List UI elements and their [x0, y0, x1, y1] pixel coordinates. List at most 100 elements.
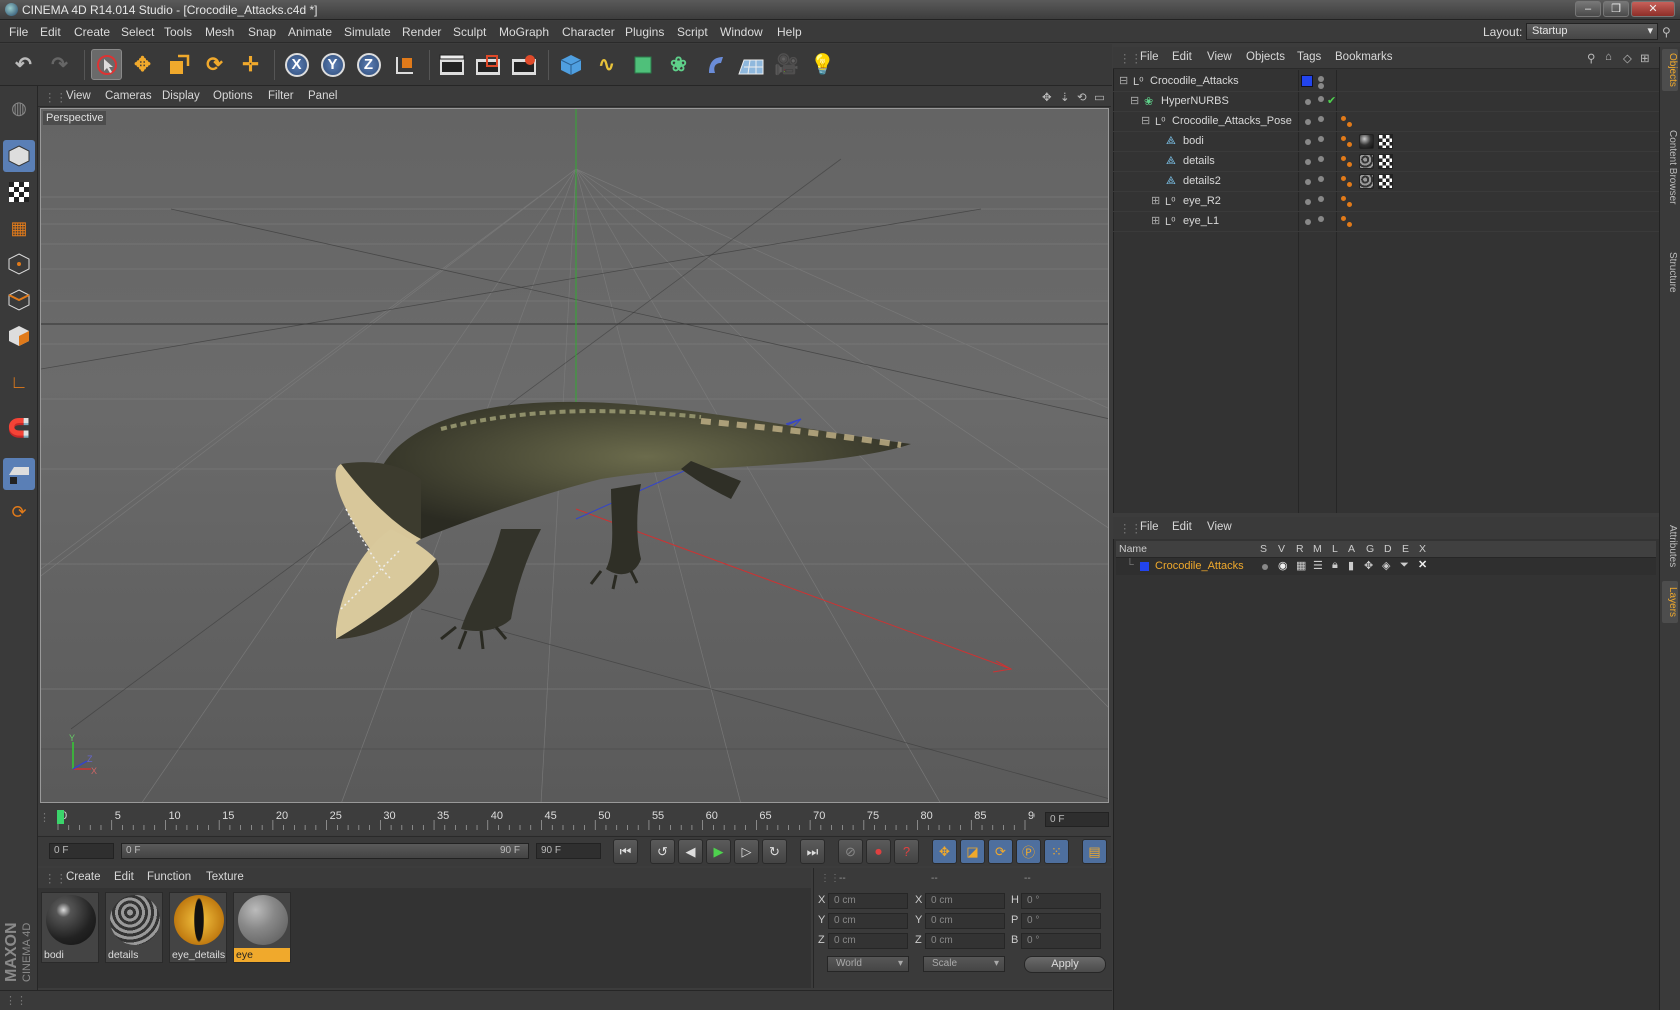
render-visibility-dot[interactable]: [1318, 216, 1324, 222]
mat-menu-function[interactable]: Function: [147, 871, 191, 883]
render-settings-icon[interactable]: [508, 49, 539, 80]
camera-icon[interactable]: 🎥: [771, 49, 802, 80]
texture-tag[interactable]: [1378, 154, 1393, 169]
start-frame-field[interactable]: 0 F: [49, 843, 114, 859]
key-scale-icon[interactable]: ◪: [960, 839, 985, 864]
solo-toggle[interactable]: [1262, 564, 1268, 570]
locked-workplane-icon[interactable]: [3, 458, 35, 490]
animation-icon[interactable]: ▮: [1348, 559, 1354, 572]
vp-menu-panel[interactable]: Panel: [308, 90, 337, 102]
menu-character[interactable]: Character: [562, 25, 615, 39]
pos-z-field[interactable]: 0 cm: [828, 933, 908, 949]
enabled-check-icon[interactable]: ✔: [1327, 94, 1336, 107]
layer-menu-edit[interactable]: Edit: [1172, 521, 1192, 533]
rot-p-field[interactable]: 0 °: [1021, 913, 1101, 929]
layer-row[interactable]: └ Crocodile_Attacks ◉ ▦ ☰ 🔒︎ ▮ ✥ ◈ ⏷ ✕: [1116, 558, 1656, 575]
render-visibility-dot[interactable]: [1318, 83, 1324, 89]
render-view-icon[interactable]: [436, 49, 467, 80]
menu-animate[interactable]: Animate: [288, 25, 332, 39]
cube-icon[interactable]: [555, 49, 586, 80]
next-frame-icon[interactable]: ▷: [734, 839, 759, 864]
zoom-view-icon[interactable]: ⇣: [1060, 90, 1070, 104]
redo-icon[interactable]: ↷: [44, 49, 75, 80]
pos-x-field[interactable]: 0 cm: [828, 893, 908, 909]
col-expressions[interactable]: E: [1402, 543, 1409, 555]
tab-attributes[interactable]: Attributes: [1662, 517, 1678, 575]
navigate-icon[interactable]: ◇: [1623, 51, 1632, 65]
floor-icon[interactable]: [735, 49, 766, 80]
playhead[interactable]: [57, 810, 64, 824]
editor-visibility-dot[interactable]: [1305, 139, 1311, 145]
home-icon[interactable]: ⌂: [1605, 51, 1612, 63]
material-swatch[interactable]: details: [105, 892, 163, 963]
frame-range-slider[interactable]: 0 F 90 F: [121, 843, 529, 859]
render-region-icon[interactable]: [472, 49, 503, 80]
obj-menu-objects[interactable]: Objects: [1246, 51, 1285, 63]
coord-mode-dropdown[interactable]: World ▾: [827, 956, 909, 972]
vp-menu-cameras[interactable]: Cameras: [105, 90, 152, 102]
menu-window[interactable]: Window: [720, 25, 763, 39]
key-position-icon[interactable]: ✥: [932, 839, 957, 864]
tab-content-browser[interactable]: Content Browser: [1662, 97, 1678, 237]
autokey-icon[interactable]: ⏺: [866, 839, 891, 864]
undo-icon[interactable]: ↶: [8, 49, 39, 80]
model-mode-icon[interactable]: [3, 140, 35, 172]
size-x-field[interactable]: 0 cm: [925, 893, 1005, 909]
menu-mesh[interactable]: Mesh: [205, 25, 234, 39]
end-frame-field[interactable]: 90 F: [536, 843, 601, 859]
tab-layers[interactable]: Layers: [1662, 581, 1678, 623]
menu-tools[interactable]: Tools: [164, 25, 192, 39]
goto-end-icon[interactable]: ⏭: [800, 839, 825, 864]
vp-menu-filter[interactable]: Filter: [268, 90, 294, 102]
menu-mograph[interactable]: MoGraph: [499, 25, 549, 39]
obj-menu-view[interactable]: View: [1207, 51, 1232, 63]
object-row[interactable]: ⊟ L⁰ Crocodile_Attacks_Pose: [1113, 112, 1659, 132]
obj-menu-tags[interactable]: Tags: [1297, 51, 1321, 63]
collapse-icon[interactable]: ⊟: [1130, 94, 1139, 107]
add-icon[interactable]: ✛: [235, 49, 266, 80]
rot-h-field[interactable]: 0 °: [1021, 893, 1101, 909]
timeline-window-icon[interactable]: ▤: [1082, 839, 1107, 864]
y-axis-lock-icon[interactable]: Y: [317, 49, 348, 80]
apply-button[interactable]: Apply: [1024, 956, 1106, 973]
goto-start-icon[interactable]: ⏮: [613, 839, 638, 864]
col-name[interactable]: Name: [1119, 543, 1147, 555]
xref-icon[interactable]: ✕: [1418, 558, 1427, 571]
mat-menu-texture[interactable]: Texture: [206, 871, 244, 883]
render-visibility-dot[interactable]: [1318, 116, 1324, 122]
rotate-view-icon[interactable]: ⟲: [1077, 90, 1087, 104]
render-visibility-dot[interactable]: [1318, 96, 1324, 102]
scale-icon[interactable]: [163, 49, 194, 80]
move-view-icon[interactable]: ✥: [1042, 90, 1052, 104]
planar-workplane-icon[interactable]: ⟳: [3, 496, 35, 528]
col-solo[interactable]: S: [1260, 543, 1267, 555]
next-key-icon[interactable]: ↻: [762, 839, 787, 864]
manager-icon[interactable]: ☰: [1313, 559, 1323, 572]
perspective-viewport[interactable]: Y X Z Perspective: [40, 108, 1109, 803]
z-axis-lock-icon[interactable]: Z: [353, 49, 384, 80]
spline-icon[interactable]: ∿: [591, 49, 622, 80]
render-icon[interactable]: ▦: [1296, 559, 1306, 572]
object-row[interactable]: ⟁ details: [1113, 152, 1659, 172]
new-window-icon[interactable]: ⊞: [1640, 51, 1650, 65]
menu-help[interactable]: Help: [777, 25, 802, 39]
material-swatch[interactable]: eye: [233, 892, 291, 963]
close-button[interactable]: ✕: [1631, 1, 1675, 17]
crocodile-model[interactable]: [335, 401, 911, 650]
mat-menu-create[interactable]: Create: [66, 871, 101, 883]
object-row[interactable]: ⊟ ❀ HyperNURBS ✔: [1113, 92, 1659, 112]
editor-visibility-dot[interactable]: [1305, 219, 1311, 225]
obj-menu-file[interactable]: File: [1140, 51, 1159, 63]
editor-visibility-dot[interactable]: [1305, 159, 1311, 165]
editor-visibility-dot[interactable]: [1305, 179, 1311, 185]
light-icon[interactable]: 💡: [807, 49, 838, 80]
material-tag[interactable]: [1359, 134, 1374, 149]
render-visibility-dot[interactable]: [1318, 196, 1324, 202]
render-visibility-dot[interactable]: [1318, 136, 1324, 142]
vp-menu-view[interactable]: View: [66, 90, 91, 102]
object-row[interactable]: ⊞ L⁰ eye_R2: [1113, 192, 1659, 212]
editor-visibility-dot[interactable]: [1305, 199, 1311, 205]
edges-mode-icon[interactable]: [3, 284, 35, 316]
size-y-field[interactable]: 0 cm: [925, 913, 1005, 929]
editor-visibility-dot[interactable]: [1305, 99, 1311, 105]
